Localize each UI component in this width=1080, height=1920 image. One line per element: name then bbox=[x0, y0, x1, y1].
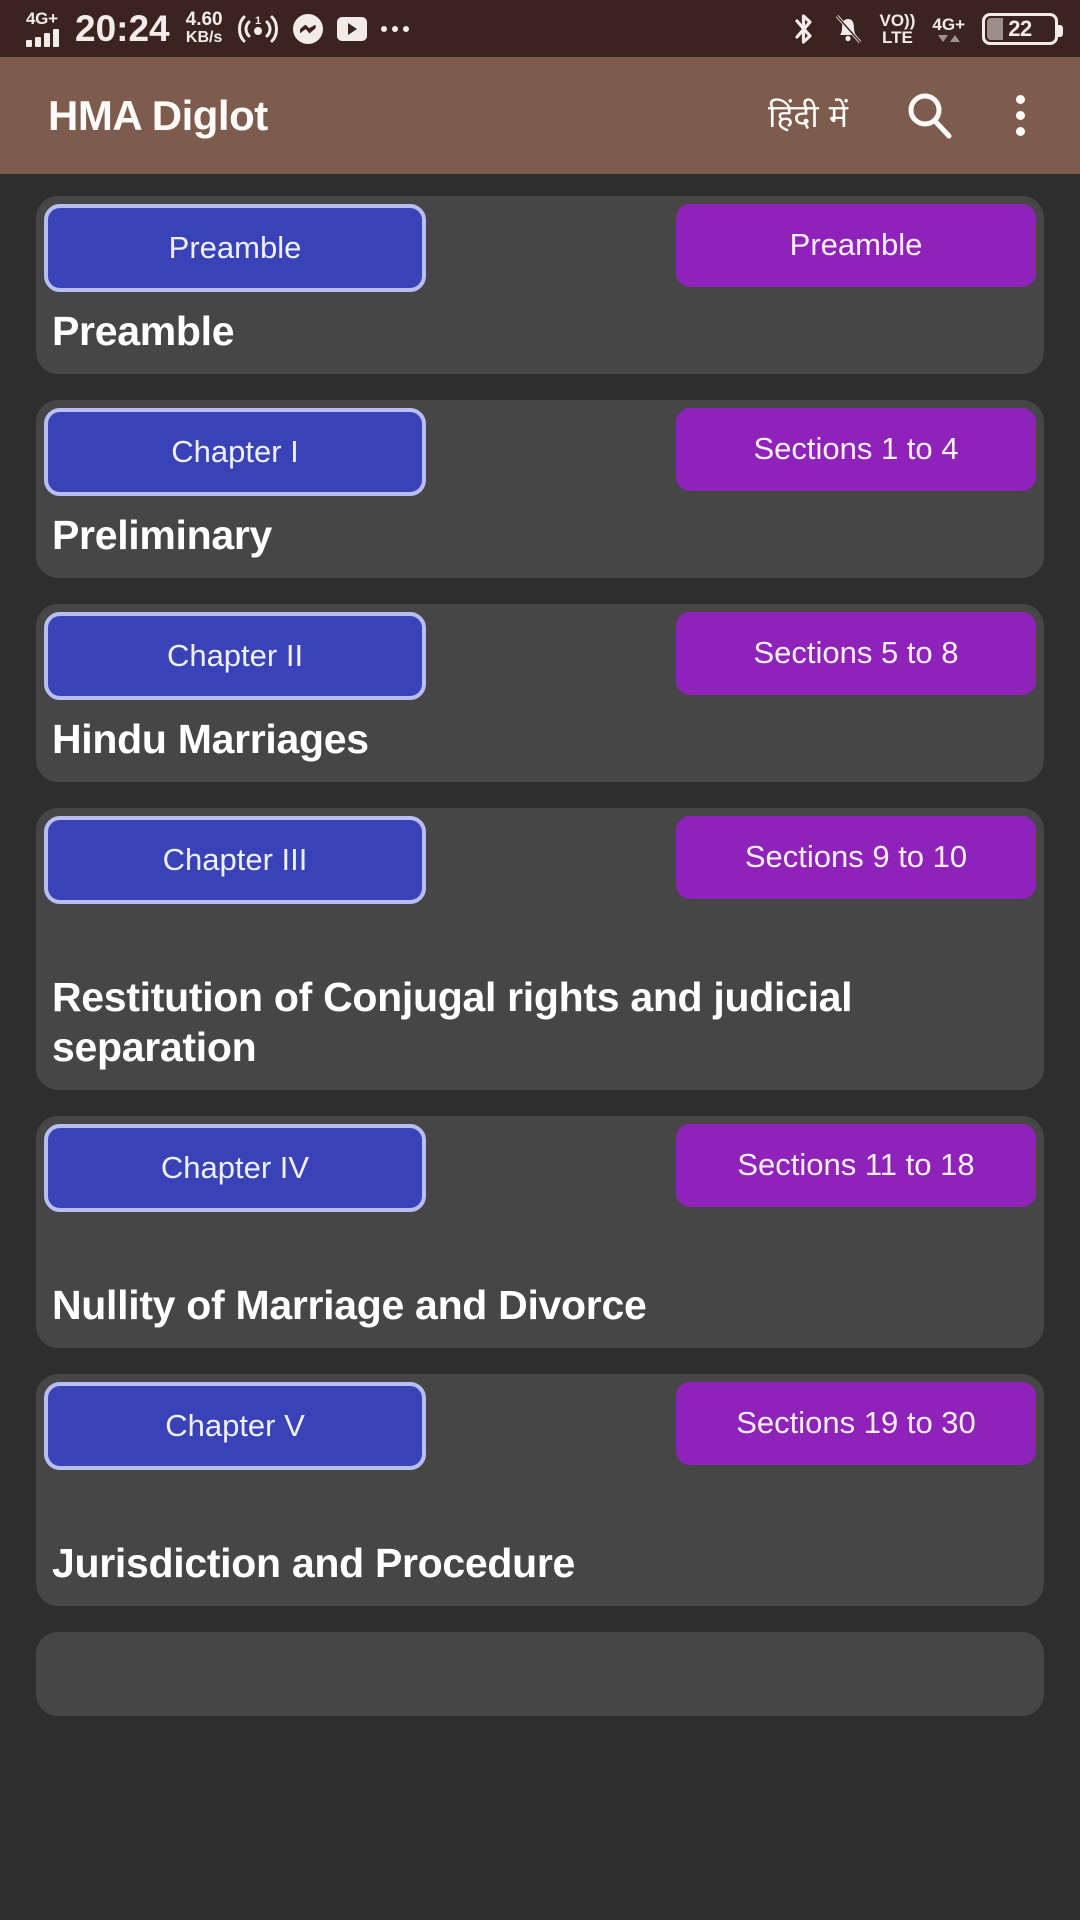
more-vert-icon[interactable] bbox=[988, 80, 1052, 152]
card-chip-row: Chapter IV Sections 11 to 18 bbox=[36, 1116, 1044, 1266]
status-bar: 4G+ 20:24 4.60 KB/s 1 VO)) LTE 4G+ 22 bbox=[0, 0, 1080, 57]
network-type-label: 4G+ bbox=[26, 9, 58, 28]
status-bar-left: 4G+ 20:24 4.60 KB/s 1 bbox=[26, 10, 792, 47]
sections-chip[interactable]: Sections 1 to 4 bbox=[676, 408, 1036, 491]
signal-bars bbox=[26, 29, 59, 47]
messenger-icon bbox=[292, 13, 323, 44]
status-clock: 20:24 bbox=[75, 8, 170, 49]
mute-bell-icon bbox=[833, 12, 863, 46]
list-item[interactable]: Preamble Preamble Preamble bbox=[36, 196, 1044, 375]
search-icon[interactable] bbox=[894, 80, 966, 152]
bluetooth-icon bbox=[792, 12, 816, 46]
list-item[interactable]: Chapter III Sections 9 to 10 Restitution… bbox=[36, 808, 1044, 1091]
chapter-title: Nullity of Marriage and Divorce bbox=[52, 1282, 647, 1329]
battery-icon: 22 bbox=[982, 12, 1063, 45]
youtube-icon bbox=[336, 16, 367, 41]
card-chip-row: Chapter III Sections 9 to 10 bbox=[36, 808, 1044, 958]
chapter-chip[interactable]: Chapter III bbox=[44, 816, 426, 905]
list-item[interactable]: Chapter IV Sections 11 to 18 Nullity of … bbox=[36, 1116, 1044, 1349]
battery-fill bbox=[987, 17, 1003, 40]
chapter-chip[interactable]: Chapter II bbox=[44, 612, 426, 701]
app-title: HMA Diglot bbox=[48, 91, 268, 139]
list-item-partial[interactable] bbox=[36, 1632, 1044, 1717]
more-icon bbox=[380, 25, 409, 32]
sections-chip[interactable]: Preamble bbox=[676, 204, 1036, 287]
card-chip-row: Chapter V Sections 19 to 30 bbox=[36, 1374, 1044, 1524]
chapter-list[interactable]: Preamble Preamble Preamble Chapter I Sec… bbox=[0, 174, 1080, 1920]
chapter-title: Jurisdiction and Procedure bbox=[52, 1540, 576, 1587]
volte-bottom-label: LTE bbox=[882, 27, 913, 47]
card-chip-row: Preamble Preamble bbox=[36, 196, 1044, 292]
sections-chip[interactable]: Sections 9 to 10 bbox=[676, 816, 1036, 899]
list-item[interactable]: Chapter II Sections 5 to 8 Hindu Marriag… bbox=[36, 604, 1044, 783]
volte-icon: VO)) LTE bbox=[880, 12, 916, 46]
signal-icon: 4G+ bbox=[26, 10, 59, 47]
data-arrows bbox=[937, 34, 960, 42]
chapter-title: Preamble bbox=[52, 308, 235, 354]
hotspot-icon: 1 bbox=[237, 13, 279, 45]
list-item[interactable]: Chapter I Sections 1 to 4 Preliminary bbox=[36, 400, 1044, 579]
chapter-chip[interactable]: Chapter IV bbox=[44, 1124, 426, 1213]
sections-chip[interactable]: Sections 19 to 30 bbox=[676, 1382, 1036, 1465]
volte-top-label: VO)) bbox=[879, 10, 916, 30]
chapter-chip[interactable]: Preamble bbox=[44, 204, 426, 292]
chapter-chip[interactable]: Chapter I bbox=[44, 408, 426, 497]
chapter-title: Restitution of Conjugal rights and judic… bbox=[52, 974, 853, 1071]
language-toggle-button[interactable]: हिंदी में bbox=[756, 88, 860, 143]
chapter-title: Hindu Marriages bbox=[52, 716, 369, 763]
card-chip-row: Chapter I Sections 1 to 4 bbox=[36, 400, 1044, 497]
chapter-title: Preliminary bbox=[52, 512, 273, 559]
card-chip-row: Chapter II Sections 5 to 8 bbox=[36, 604, 1044, 701]
data-speed-unit: KB/s bbox=[185, 29, 223, 47]
sections-chip[interactable]: Sections 5 to 8 bbox=[676, 612, 1036, 695]
data-speed-indicator: 4.60 KB/s bbox=[186, 10, 223, 47]
list-item[interactable]: Chapter V Sections 19 to 30 Jurisdiction… bbox=[36, 1374, 1044, 1607]
signal2-icon: 4G+ bbox=[932, 16, 965, 42]
data-speed-value: 4.60 bbox=[185, 9, 223, 31]
svg-text:1: 1 bbox=[255, 15, 261, 27]
status-bar-right: VO)) LTE 4G+ 22 bbox=[792, 12, 1063, 46]
network-type-label-2: 4G+ bbox=[932, 14, 965, 34]
battery-percent-label: 22 bbox=[1008, 15, 1032, 41]
app-bar: HMA Diglot हिंदी में bbox=[0, 57, 1080, 174]
chapter-chip[interactable]: Chapter V bbox=[44, 1382, 426, 1471]
sections-chip[interactable]: Sections 11 to 18 bbox=[676, 1124, 1036, 1207]
